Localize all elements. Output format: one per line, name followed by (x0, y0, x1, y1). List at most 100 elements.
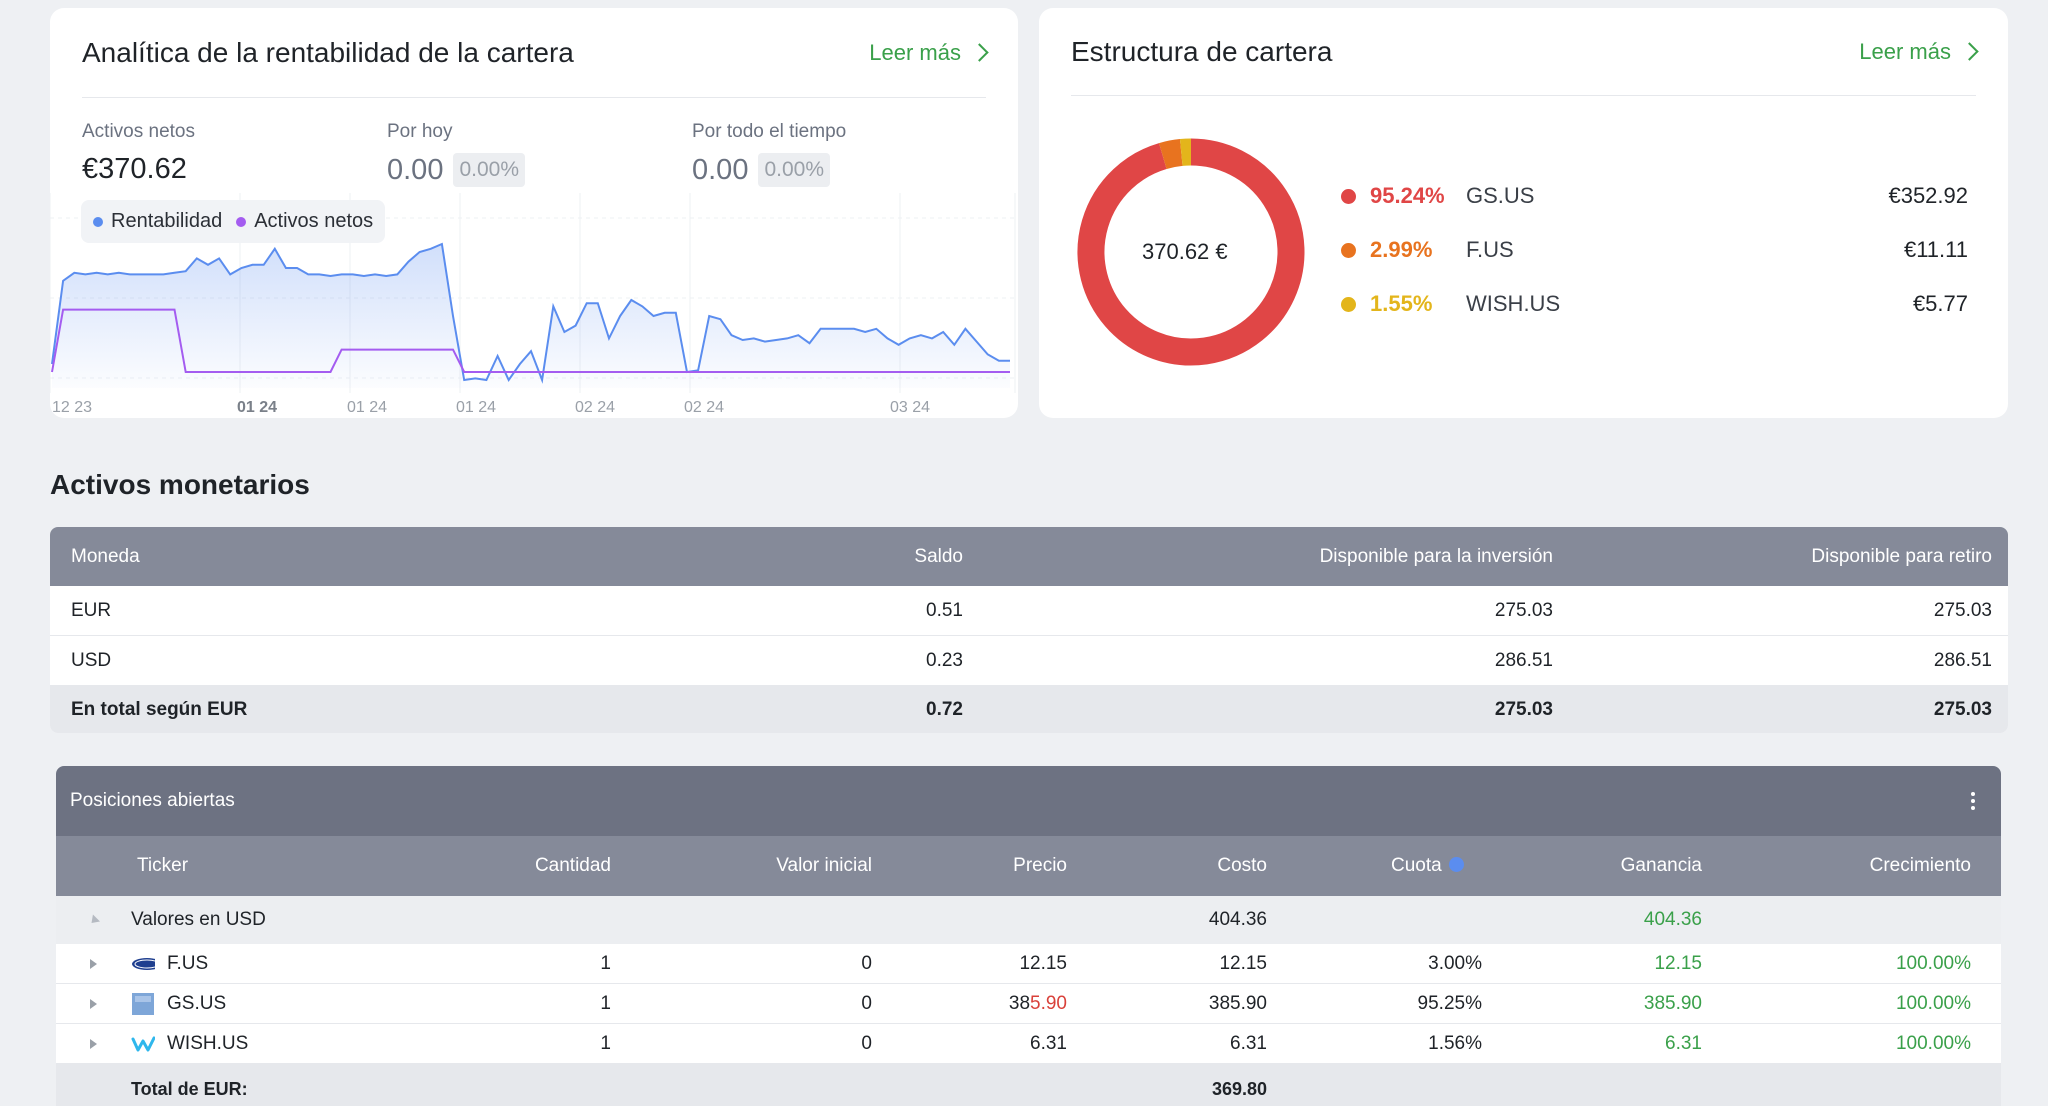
initial-value-cell: 0 (861, 952, 872, 974)
table-row[interactable]: F.US 1 0 12.15 12.15 3.00% 12.15 100.00% (56, 944, 2001, 984)
column-header[interactable]: Cantidad (431, 855, 611, 877)
table-cell: 0.72 (926, 698, 963, 720)
table-cell: 275.03 (1933, 698, 1992, 720)
legend-item-profit[interactable]: Rentabilidad (93, 210, 222, 233)
table-row: EUR 0.51 275.03 275.03 (50, 586, 2008, 636)
positions-footer-row: Total de EUR: 369.80 (56, 1064, 2001, 1106)
group-gain: 404.36 (1643, 909, 1702, 930)
table-cell: En total según EUR (71, 698, 248, 720)
table-cell: 275.03 (1494, 599, 1553, 621)
allocation-row-gs[interactable]: 95.24% GS.US €352.92 (1341, 183, 1968, 209)
table-row[interactable]: GS.US 1 0 385.90 385.90 95.25% 385.90 10… (56, 984, 2001, 1024)
cost-cell: 385.90 (1208, 992, 1267, 1014)
column-header[interactable]: Saldo (650, 546, 963, 568)
allocation-value: €5.77 (1912, 291, 1968, 316)
price-cell: 12.15 (1019, 952, 1067, 974)
x-tick-label: 01 24 (237, 399, 278, 416)
x-tick-label: 03 24 (890, 399, 931, 416)
column-header[interactable]: Disponible para la inversión (963, 546, 1553, 568)
qty-cell: 1 (600, 1032, 611, 1054)
group-label: Valores en USD (131, 909, 266, 930)
table-cell: 0.23 (926, 649, 963, 671)
table-cell: 286.51 (1494, 649, 1553, 671)
column-header[interactable]: Valor inicial (611, 855, 872, 877)
expand-triangle-icon[interactable] (90, 1038, 97, 1049)
column-header[interactable]: Precio (872, 855, 1067, 877)
table-header-row: Moneda Saldo Disponible para la inversió… (50, 527, 2008, 586)
allocation-value: €352.92 (1888, 183, 1968, 208)
profit-area (52, 244, 1010, 388)
chart-legend: Rentabilidad Activos netos (81, 200, 386, 243)
growth-cell: 100.00% (1895, 992, 1971, 1014)
expand-triangle-icon[interactable] (90, 998, 97, 1009)
analytics-card: Analítica de la rentabilidad de la carte… (50, 8, 1018, 418)
donut-slice-f[interactable] (1158, 139, 1183, 170)
ticker-label: F.US (167, 952, 209, 974)
ford-logo-icon (131, 953, 155, 975)
gain-cell: 385.90 (1643, 992, 1702, 1014)
qty-cell: 1 (600, 952, 611, 974)
column-header[interactable]: Crecimiento (1702, 855, 1981, 877)
price-cell: 6.31 (1030, 1032, 1067, 1054)
table-cell: 286.51 (1933, 649, 1992, 671)
allocation-value: €11.11 (1903, 237, 1968, 262)
x-tick-label: 01 24 (456, 399, 497, 416)
allocation-row-wish[interactable]: 1.55% WISH.US €5.77 (1341, 291, 1968, 317)
price-part: 38 (1008, 992, 1031, 1014)
legend-item-net-assets[interactable]: Activos netos (236, 210, 373, 233)
column-header[interactable]: Ticker (131, 855, 431, 877)
allocation-pct: 2.99% (1370, 237, 1433, 262)
table-row[interactable]: WISH.US 1 0 6.31 6.31 1.56% 6.31 100.00% (56, 1024, 2001, 1064)
more-options-icon[interactable] (1961, 788, 1985, 814)
chevron-right-icon (1960, 42, 1979, 61)
structure-title: Estructura de cartera (1071, 35, 1333, 67)
profit-dot-icon (93, 216, 103, 227)
collapse-triangle-icon[interactable] (87, 913, 100, 927)
table-cell: EUR (71, 599, 112, 621)
positions-column-header-row: Ticker Cantidad Valor inicial Precio Cos… (56, 836, 2001, 896)
footer-cost: 369.80 (1211, 1078, 1267, 1099)
footer-label: Total de EUR: (131, 1078, 248, 1099)
donut-center-label: 370.62 € (1142, 239, 1228, 264)
column-header[interactable]: Costo (1067, 855, 1267, 877)
allocation-pct: 95.24% (1370, 183, 1445, 208)
ticker-label: WISH.US (167, 1032, 249, 1054)
structure-read-more-link[interactable]: Leer más (1859, 39, 1979, 65)
allocation-row-f[interactable]: 2.99% F.US €11.11 (1341, 237, 1968, 263)
x-tick-label: 01 24 (347, 399, 388, 416)
f-dot-icon (1341, 242, 1356, 258)
column-header[interactable]: Ganancia (1482, 855, 1702, 877)
ticker-label: GS.US (167, 992, 227, 1014)
x-tick-label: 02 24 (575, 399, 616, 416)
info-icon[interactable] (1449, 857, 1464, 872)
structure-header: Estructura de cartera Leer más (1071, 8, 1979, 96)
legend-label: Activos netos (254, 210, 374, 232)
table-total-row: En total según EUR 0.72 275.03 275.03 (50, 686, 2008, 733)
share-cell: 1.56% (1428, 1032, 1482, 1054)
x-tick-label: 02 24 (684, 399, 725, 416)
price-cell: 385.90 (872, 993, 1067, 1015)
share-cell: 3.00% (1428, 952, 1482, 974)
gain-cell: 6.31 (1665, 1032, 1702, 1054)
price-changed-digits: 5.90 (1030, 992, 1067, 1014)
gs-dot-icon (1341, 188, 1356, 204)
table-cell: USD (71, 649, 112, 671)
table-cell: 275.03 (1494, 698, 1553, 720)
wish-logo-icon (131, 1033, 155, 1055)
allocation-ticker: GS.US (1466, 183, 1535, 208)
initial-value-cell: 0 (861, 1032, 872, 1054)
allocation-ticker: F.US (1466, 237, 1514, 262)
column-header[interactable]: Cuota (1267, 855, 1482, 877)
group-row-usd[interactable]: Valores en USD 404.36 404.36 (56, 896, 2001, 944)
expand-triangle-icon[interactable] (90, 958, 97, 969)
x-tick-label: 12 23 (52, 399, 93, 416)
positions-title: Posiciones abiertas (70, 790, 235, 811)
growth-cell: 100.00% (1895, 1032, 1971, 1054)
column-header-label: Cuota (1391, 855, 1442, 876)
positions-header: Posiciones abiertas (56, 766, 2001, 836)
column-header[interactable]: Moneda (50, 546, 650, 568)
table-cell: 275.03 (1933, 599, 1992, 621)
column-header[interactable]: Disponible para retiro (1521, 546, 2008, 568)
money-section-title: Activos monetarios (50, 469, 310, 500)
table-row: USD 0.23 286.51 286.51 (50, 636, 2008, 686)
